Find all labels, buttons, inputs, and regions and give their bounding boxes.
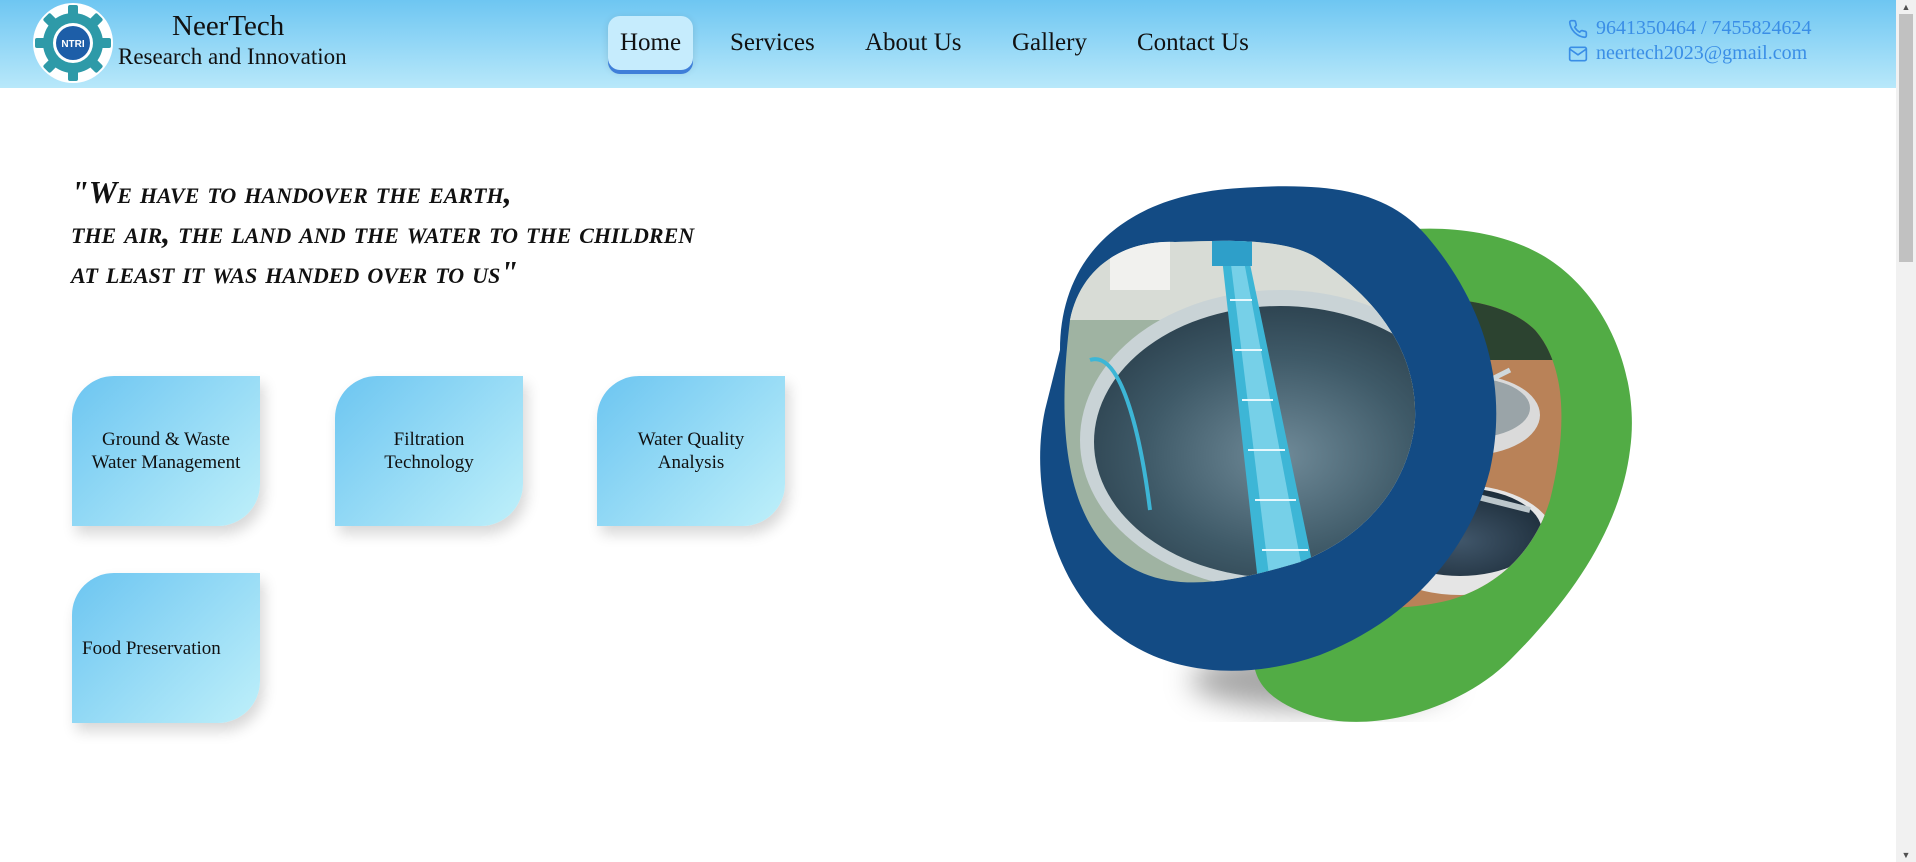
phone-numbers[interactable]: 9641350464 / 7455824624 <box>1596 17 1812 40</box>
site-header: NTRI NeerTech Research and Innovation Ho… <box>0 0 1896 88</box>
phone-icon <box>1568 19 1588 38</box>
scroll-thumb[interactable] <box>1899 14 1913 262</box>
contact-info: 9641350464 / 7455824624 neertech2023@gma… <box>1568 16 1812 66</box>
logo-text: NTRI <box>61 39 85 50</box>
card-water-quality-analysis[interactable]: Water Quality Analysis <box>597 376 785 526</box>
card-label-line: Water Management <box>91 452 241 473</box>
page-scrollbar[interactable]: ▲ ▼ <box>1896 0 1916 862</box>
quote-line-1: "We have to handover the earth, <box>71 174 512 210</box>
card-label-line: Filtration <box>393 429 465 450</box>
quote-line-3: at least it was handed over to us" <box>71 254 519 290</box>
email-line[interactable]: neertech2023@gmail.com <box>1568 41 1812 66</box>
card-food-preservation[interactable]: Food Preservation <box>72 573 260 723</box>
card-ground-waste-water[interactable]: Ground & Waste Water Management <box>72 376 260 526</box>
brand-name[interactable]: NeerTech <box>172 10 284 43</box>
envelope-icon <box>1568 46 1588 61</box>
nav-contact-us[interactable]: Contact Us <box>1137 16 1249 70</box>
quote-line-2: the air, the land and the water to the c… <box>71 214 695 250</box>
nav-home[interactable]: Home <box>608 16 694 70</box>
scroll-down-arrow-icon[interactable]: ▼ <box>1896 848 1916 862</box>
hero-treatment-plant-image <box>1040 186 1632 722</box>
ntri-gear-logo[interactable]: NTRI <box>32 2 114 84</box>
card-label-line: Water Quality <box>637 429 745 450</box>
phone-line[interactable]: 9641350464 / 7455824624 <box>1568 16 1812 41</box>
card-label: Food Preservation <box>82 637 221 659</box>
hero-quote: "We have to handover the earth, the air,… <box>71 172 871 292</box>
card-label-line: Analysis <box>657 452 725 473</box>
nav-about-us[interactable]: About Us <box>865 16 962 70</box>
card-filtration-technology[interactable]: Filtration Technology <box>335 376 523 526</box>
nav-services[interactable]: Services <box>730 16 815 70</box>
nav-gallery[interactable]: Gallery <box>1012 16 1087 70</box>
card-label-line: Ground & Waste <box>102 429 230 450</box>
email-address[interactable]: neertech2023@gmail.com <box>1596 42 1807 65</box>
brand-subtitle: Research and Innovation <box>118 44 347 69</box>
card-label-line: Technology <box>384 452 474 473</box>
scroll-up-arrow-icon[interactable]: ▲ <box>1896 0 1916 14</box>
